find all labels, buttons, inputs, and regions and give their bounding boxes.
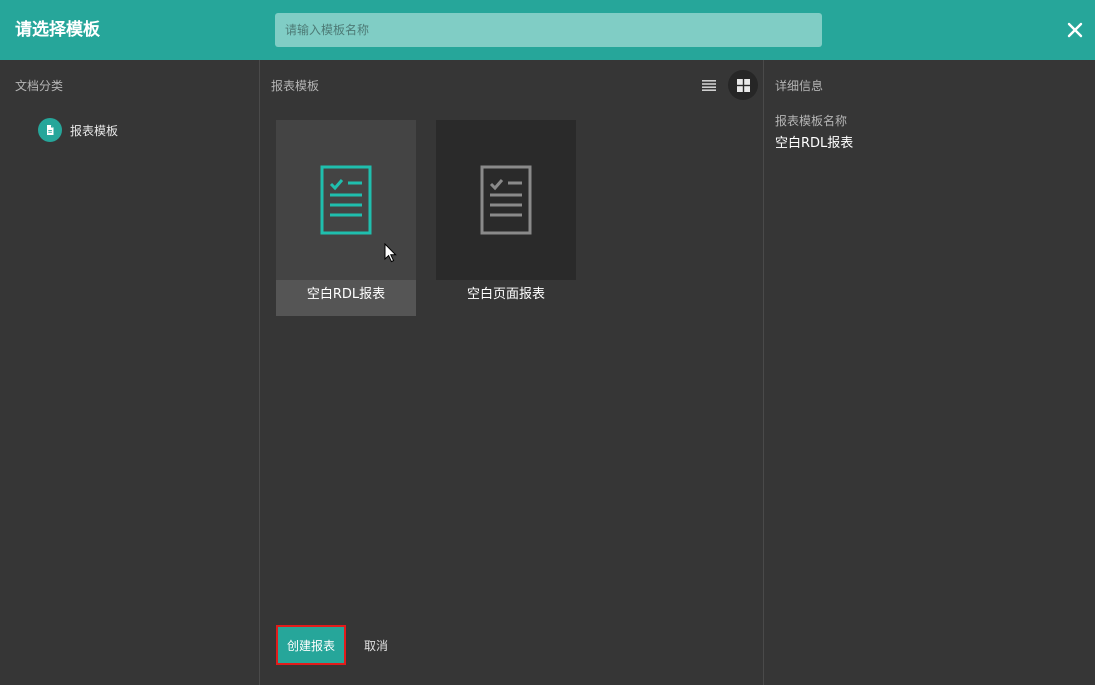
template-name-label: 报表模板名称	[775, 114, 848, 128]
template-name: 空白页面报表	[466, 287, 545, 302]
document-icon	[38, 118, 62, 142]
category-item-report-templates[interactable]: 报表模板	[38, 118, 238, 142]
create-report-button[interactable]: 创建报表	[276, 625, 346, 665]
template-thumbnail	[276, 120, 416, 280]
template-name-value: 空白RDL报表	[775, 136, 854, 151]
dialog-title: 请选择模板	[15, 20, 100, 40]
template-search-input[interactable]	[275, 13, 822, 47]
template-thumbnail	[436, 120, 576, 280]
category-section-label: 文档分类	[15, 79, 64, 93]
dialog-header: 请选择模板	[0, 0, 1095, 60]
template-section-label: 报表模板	[271, 79, 320, 93]
report-document-icon	[480, 165, 532, 235]
report-document-icon	[320, 165, 372, 235]
category-item-label: 报表模板	[70, 123, 119, 138]
details-panel: 详细信息 报表模板名称 空白RDL报表	[765, 60, 1095, 685]
template-name: 空白RDL报表	[276, 280, 416, 316]
list-view-icon[interactable]	[694, 70, 724, 100]
template-card-blank-rdl[interactable]: 空白RDL报表	[276, 120, 416, 316]
cancel-button[interactable]: 取消	[356, 625, 396, 665]
grid-view-icon[interactable]	[728, 70, 758, 100]
category-panel: 文档分类 报表模板	[0, 60, 260, 685]
details-section-label: 详细信息	[775, 79, 824, 93]
template-panel: 报表模板 空白RDL报表 空白页面报表 创建报表 取消	[261, 60, 764, 685]
close-icon[interactable]	[1064, 19, 1086, 41]
template-card-blank-page[interactable]: 空白页面报表	[436, 120, 576, 302]
